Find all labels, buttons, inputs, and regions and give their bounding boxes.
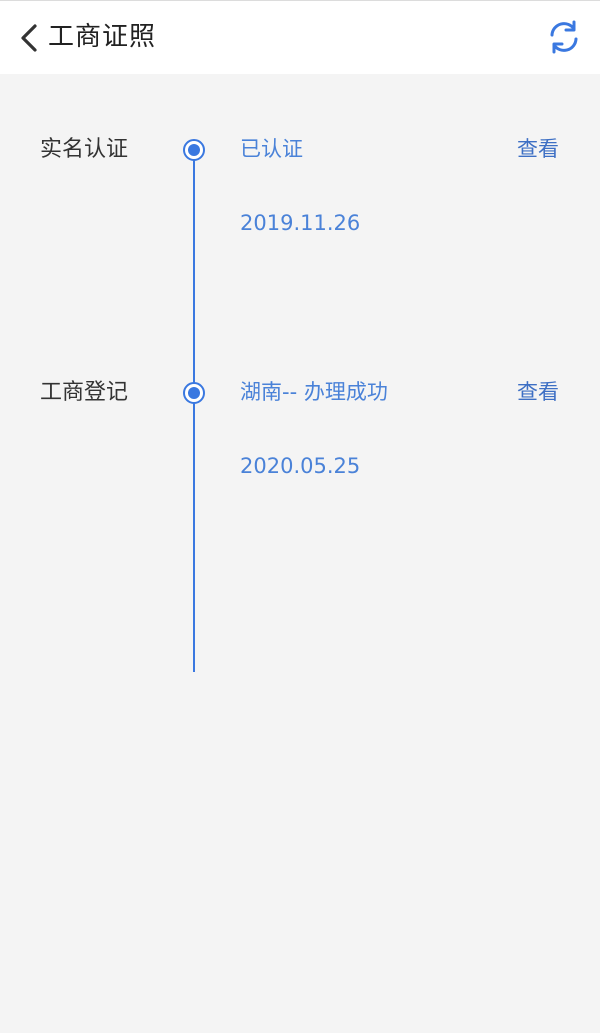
timeline-line — [193, 150, 195, 672]
header-bar: 工商证照 — [0, 0, 600, 74]
timeline-entry-label: 实名认证 — [40, 137, 129, 162]
timeline-dot — [183, 139, 205, 161]
page-title: 工商证照 — [48, 22, 157, 52]
chevron-left-icon — [21, 24, 37, 52]
view-button[interactable]: 查看 — [517, 134, 559, 164]
timeline-entry-status: 已认证 — [240, 137, 303, 161]
timeline-entry-date: 2020.05.25 — [240, 454, 361, 478]
timeline-entry-date: 2019.11.26 — [240, 211, 361, 235]
timeline-entry-status: 湖南-- 办理成功 — [240, 380, 388, 404]
back-button[interactable] — [12, 19, 46, 57]
view-button[interactable]: 查看 — [517, 377, 559, 407]
timeline-dot — [183, 382, 205, 404]
refresh-icon — [550, 20, 578, 54]
timeline-entry-label: 工商登记 — [40, 380, 129, 405]
timeline: 实名认证 已认证 查看 2019.11.26 工商登记 湖南-- 办理成功 查看… — [0, 74, 600, 1033]
refresh-button[interactable] — [546, 19, 582, 55]
